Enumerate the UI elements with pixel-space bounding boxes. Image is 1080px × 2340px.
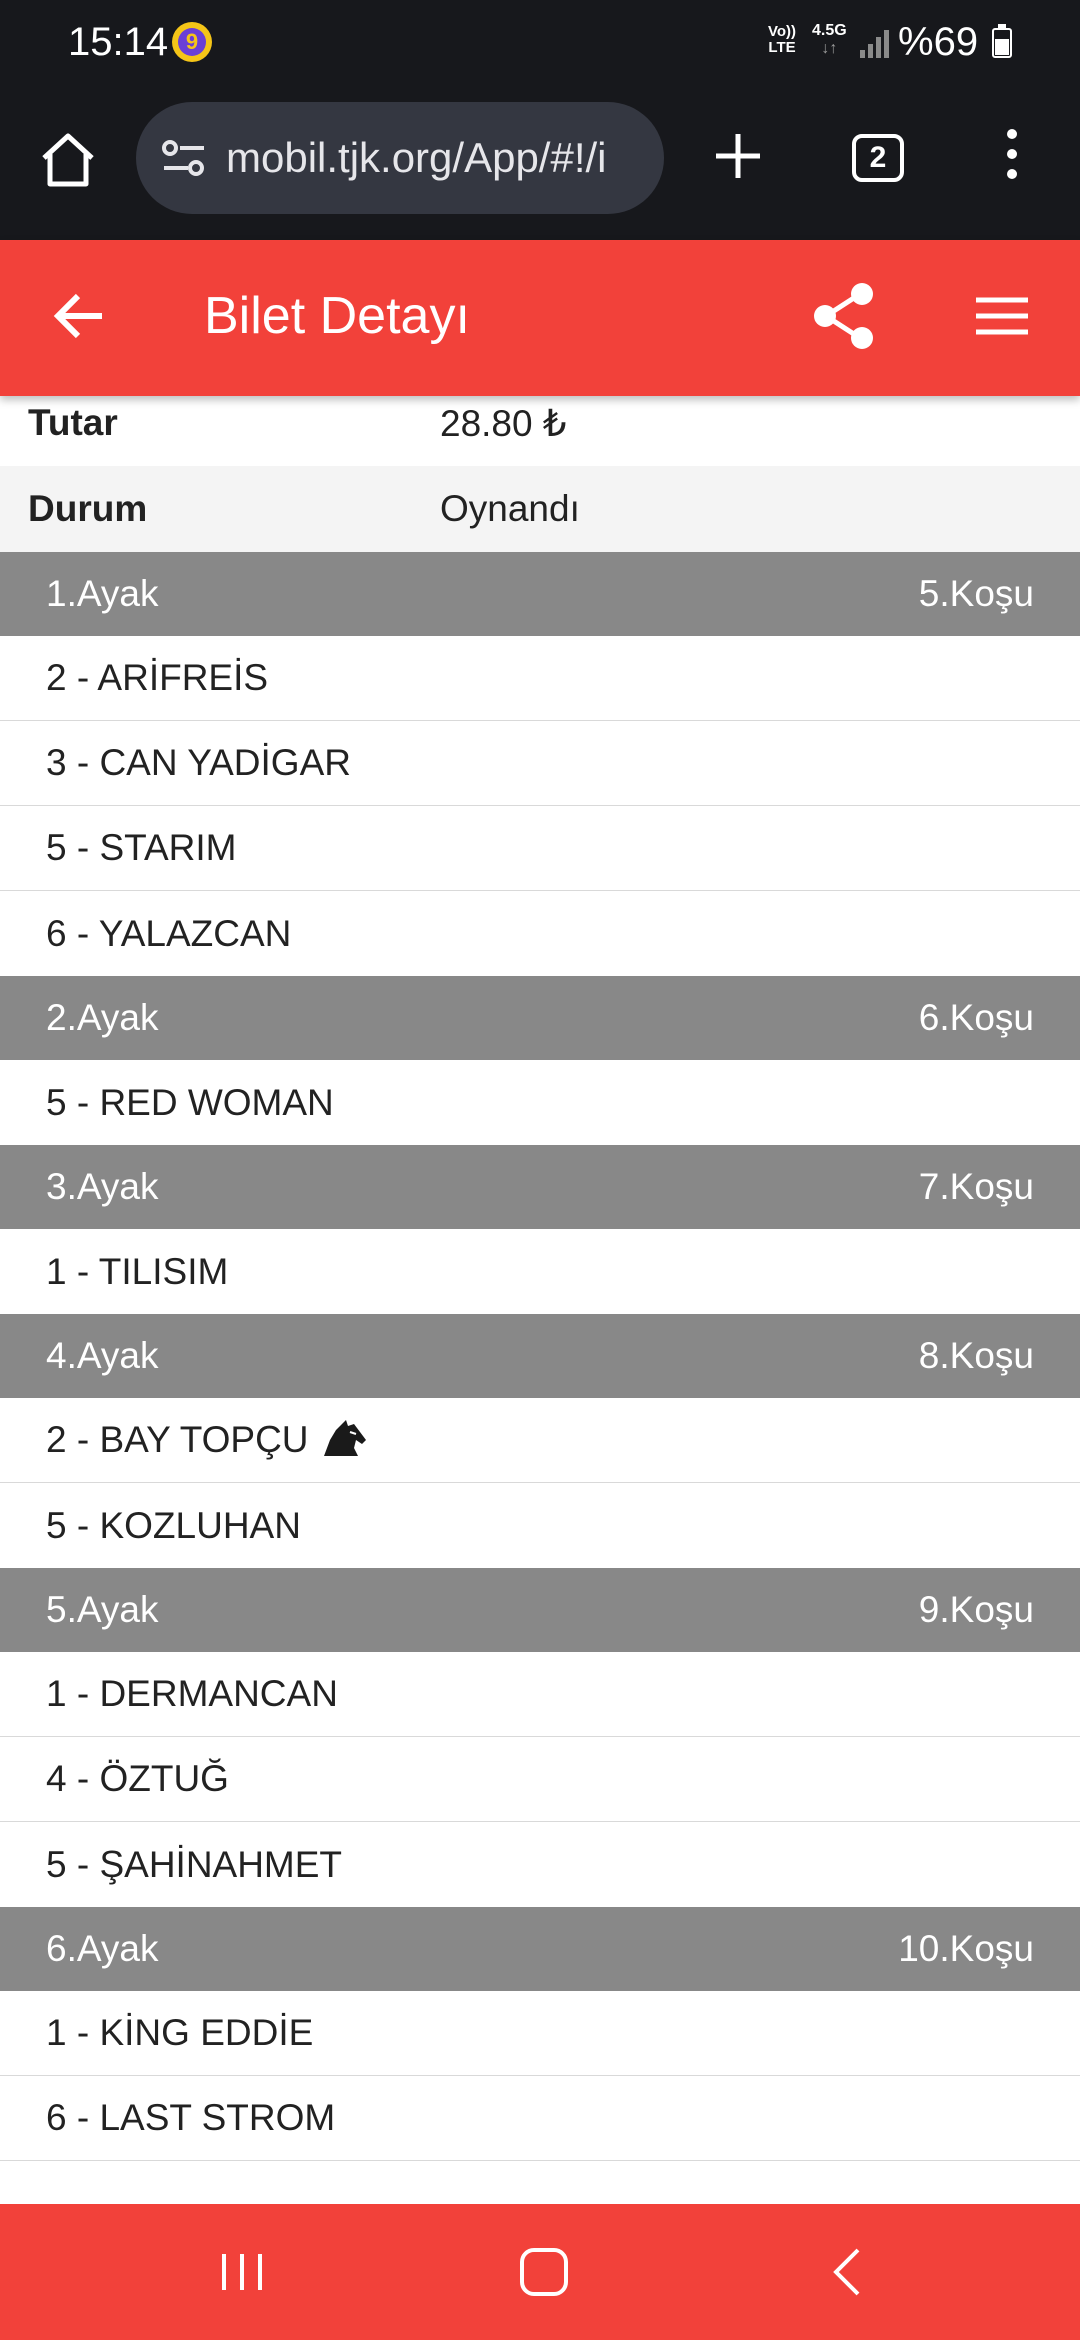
back-chevron-icon[interactable] [828,2246,868,2298]
horse-row: 6 - LAST STROM [0,2076,1080,2161]
leg-header: 2.Ayak 6.Koşu [0,976,1080,1060]
horse-row: 5 - STARIM [0,806,1080,891]
network-activity-arrows: ↓↑ [821,40,838,57]
app-notification-icon: 9 [172,22,212,62]
horse-row: 2 - ARİFREİS [0,636,1080,721]
home-icon[interactable] [36,128,100,192]
horse-name: 1 - KİNG EDDİE [46,2012,314,2053]
horse-row: 1 - DERMANCAN [0,1652,1080,1737]
leg-header: 6.Ayak 10.Koşu [0,1907,1080,1991]
home-circle-icon[interactable] [520,2248,568,2296]
amount-value: 28.80 ₺ [440,402,567,444]
horse-row: 2 - BAY TOPÇU [0,1398,1080,1483]
leg-race: 8.Koşu [918,1335,1034,1376]
hamburger-menu-icon[interactable] [966,284,1038,348]
horse-head-icon [320,1418,368,1458]
system-nav-bar [0,2204,1080,2340]
status-bar: 15:14 9 Vo)) LTE 4.5G ↓↑ %69 [0,0,1080,88]
share-icon[interactable] [808,280,880,352]
leg-name: 3.Ayak [46,1166,159,1207]
recents-icon[interactable] [216,2250,268,2294]
horse-row: 5 - KOZLUHAN [0,1483,1080,1568]
url-bar[interactable]: mobil.tjk.org/App/#!/i [136,102,664,214]
status-time: 15:14 [68,20,169,64]
leg-header: 4.Ayak 8.Koşu [0,1314,1080,1398]
horse-name: 5 - RED WOMAN [46,1081,334,1123]
horse-name: 5 - STARIM [46,827,237,868]
horse-name: 5 - KOZLUHAN [46,1504,301,1546]
browser-toolbar: mobil.tjk.org/App/#!/i 2 [0,88,1080,240]
leg-header: 3.Ayak 7.Koşu [0,1145,1080,1229]
volte-line1: Vo)) [768,23,797,40]
battery-percent: %69 [898,20,979,64]
network-type-indicator: 4.5G ↓↑ [812,22,847,58]
horse-name: 2 - ARİFREİS [46,657,269,698]
leg-race: 6.Koşu [918,997,1034,1038]
signal-icon [858,26,894,58]
leg-name: 2.Ayak [46,997,159,1038]
leg-race: 5.Koşu [918,573,1034,614]
horse-row: 1 - TILISIM [0,1229,1080,1314]
info-row-status: Durum Oynandı [0,466,1080,552]
app-notification-glyph: 9 [178,28,206,56]
plus-icon[interactable] [706,124,770,188]
status-value: Oynandı [440,488,580,529]
site-settings-icon[interactable] [160,138,208,178]
horse-name: 2 - BAY TOPÇU [46,1419,309,1460]
leg-race: 7.Koşu [918,1166,1034,1207]
leg-name: 4.Ayak [46,1335,159,1376]
app-header: Bilet Detayı [0,240,1080,396]
amount-label: Tutar [28,402,118,443]
ticket-detail-content: Tutar 28.80 ₺ Durum Oynandı 1.Ayak 5.Koş… [0,380,1080,2161]
leg-header: 1.Ayak 5.Koşu [0,552,1080,636]
page-title: Bilet Detayı [204,287,470,345]
leg-race: 9.Koşu [918,1589,1034,1630]
horse-name: 4 - ÖZTUĞ [46,1758,229,1799]
status-label: Durum [28,488,148,529]
horse-row: 5 - ŞAHİNAHMET [0,1822,1080,1907]
volte-icon: Vo)) LTE [768,24,796,56]
volte-line2: LTE [768,39,796,56]
leg-name: 5.Ayak [46,1589,159,1630]
horse-name: 6 - YALAZCAN [46,912,292,954]
leg-name: 1.Ayak [46,573,159,614]
arrow-back-icon[interactable] [44,280,116,352]
horse-row: 6 - YALAZCAN [0,891,1080,976]
horse-row: 1 - KİNG EDDİE [0,1991,1080,2076]
horse-name: 1 - TILISIM [46,1250,229,1292]
horse-row: 3 - CAN YADİGAR [0,721,1080,806]
horse-name: 5 - ŞAHİNAHMET [46,1843,343,1885]
leg-name: 6.Ayak [46,1928,159,1969]
url-text[interactable]: mobil.tjk.org/App/#!/i [226,132,656,184]
horse-name: 1 - DERMANCAN [46,1673,338,1714]
horse-name: 6 - LAST STROM [46,2097,336,2138]
horse-row: 5 - RED WOMAN [0,1060,1080,1145]
horse-row: 4 - ÖZTUĞ [0,1737,1080,1822]
more-vert-icon[interactable] [992,122,1032,186]
leg-race: 10.Koşu [898,1928,1034,1969]
network-type-label: 4.5G [812,22,847,39]
horse-name: 3 - CAN YADİGAR [46,742,351,783]
leg-header: 5.Ayak 9.Koşu [0,1568,1080,1652]
tabs-icon[interactable]: 2 [852,134,904,182]
battery-icon [992,24,1012,58]
